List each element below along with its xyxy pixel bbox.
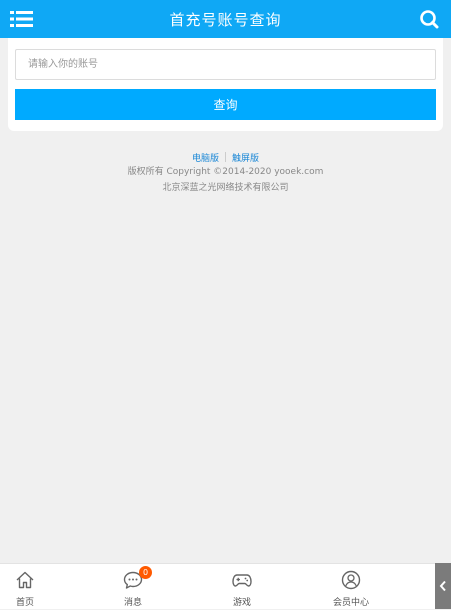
nav-label-member-center: 会员中心 bbox=[332, 598, 369, 608]
nav-item-home[interactable]: 首页 bbox=[0, 564, 60, 610]
query-button[interactable]: 查询 bbox=[15, 89, 436, 120]
query-card: 查询 bbox=[8, 38, 443, 131]
version-links: 电脑版 触屏版 bbox=[0, 152, 451, 165]
pc-version-link[interactable]: 电脑版 bbox=[192, 154, 219, 164]
nav-label-home: 首页 bbox=[15, 598, 34, 608]
chevron-left-icon bbox=[439, 580, 446, 592]
nav-label-games: 游戏 bbox=[232, 598, 251, 608]
message-count-badge: 0 bbox=[139, 566, 152, 579]
nav-label-messages: 消息 bbox=[123, 598, 142, 608]
gamepad-icon bbox=[231, 569, 253, 591]
page-title: 首充号账号查询 bbox=[169, 10, 282, 29]
divider bbox=[225, 152, 226, 162]
copyright-text: 版权所有 Copyright ©2014-2020 yooek.com bbox=[127, 167, 324, 177]
nav-item-games[interactable]: 游戏 bbox=[207, 564, 277, 610]
collapse-tab[interactable] bbox=[435, 563, 451, 609]
nav-item-messages[interactable]: 0 消息 bbox=[98, 564, 168, 610]
nav-item-member-center[interactable]: 会员中心 bbox=[316, 564, 386, 610]
bottom-nav: 首页 0 消息 游戏 会员中心 bbox=[0, 563, 451, 609]
home-icon bbox=[14, 569, 36, 591]
message-icon: 0 bbox=[122, 566, 152, 591]
account-input[interactable] bbox=[15, 49, 436, 80]
header-bar: 首充号账号查询 bbox=[0, 0, 451, 38]
user-icon bbox=[340, 569, 362, 591]
touch-version-link[interactable]: 触屏版 bbox=[232, 154, 259, 164]
search-icon[interactable] bbox=[419, 9, 439, 29]
menu-icon[interactable] bbox=[10, 9, 33, 29]
company-name: 北京深蓝之光网络技术有限公司 bbox=[162, 183, 289, 193]
